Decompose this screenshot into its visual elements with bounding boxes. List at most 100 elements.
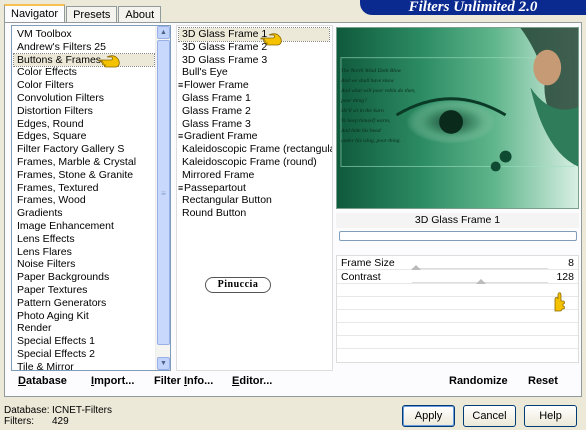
help-button[interactable]: Help [524,405,577,427]
param-empty-row [337,310,578,323]
poem-line: And what will poor robin do then, [341,88,416,94]
reset-button[interactable]: Reset [528,375,558,387]
param-empty-row [337,323,578,336]
category-item[interactable]: Frames, Marble & Crystal [14,156,154,169]
category-item[interactable]: Gradients [14,207,154,220]
category-item[interactable]: Color Filters [14,79,154,92]
poem-line: The North Wind Doth Blow [341,68,402,74]
filter-item-label: Gradient Frame [184,130,258,143]
filter-item[interactable]: Bull's Eye [179,66,329,79]
filter-item[interactable]: Glass Frame 2 [179,105,329,118]
database-label: Database: [4,405,50,416]
category-item[interactable]: Photo Aging Kit [14,310,154,323]
param-row[interactable]: Frame Size 8 [337,256,578,270]
filter-item[interactable]: Kaleidoscopic Frame (rectangular) [179,143,332,156]
filter-item[interactable]: ≡Flower Frame [178,79,329,92]
category-item[interactable]: Filter Factory Gallery S [14,143,154,156]
filter-item[interactable]: Round Button [179,207,329,220]
action-bar: Database Import... Filter Info... Editor… [6,369,580,394]
navigator-panel: VM Toolbox Andrew's Filters 25 Buttons & F… [4,22,582,397]
import-button[interactable]: Import... [91,375,134,387]
category-item[interactable]: Pattern Generators [14,297,154,310]
filter-item-label: Rectangular Button [182,194,272,207]
filter-item-label: Bull's Eye [182,66,228,79]
status-info: Database: ICNET-Filters Filters: 429 [4,405,112,427]
progress-bar [339,231,577,241]
filter-item-label: Glass Frame 3 [182,117,251,130]
filter-item[interactable]: Mirrored Frame [179,169,329,182]
filter-item-label: Round Button [182,207,247,220]
param-slider-track[interactable] [412,268,548,269]
filter-item-label: 3D Glass Frame 1 [182,28,268,40]
poem-line: poor thing? [341,98,367,104]
category-item[interactable]: Edges, Round [14,118,154,131]
category-item[interactable]: Convolution Filters [14,92,154,105]
pointing-hand-icon [97,54,123,70]
filter-list[interactable]: 3D Glass Frame 1 3D Glass Frame 2 3D Glass… [176,25,333,371]
category-item[interactable]: Distortion Filters [14,105,154,118]
param-empty-row [337,297,578,310]
filter-item[interactable]: 3D Glass Frame 3 [179,54,329,67]
poem-line: And hide his head [341,128,381,134]
cancel-button[interactable]: Cancel [463,405,516,427]
category-item[interactable]: Render [14,322,154,335]
param-value: 8 [568,257,574,269]
category-item[interactable]: Lens Flares [14,246,154,259]
scroll-up-arrow-icon[interactable]: ▲ [157,26,170,39]
category-item[interactable]: VM Toolbox [14,28,154,41]
param-row[interactable]: Contrast 128 [337,270,578,284]
filter-item[interactable]: 3D Glass Frame 1 [178,27,330,42]
filters-label: Filters: [4,416,34,427]
watermark-label: Pinuccia [205,277,271,293]
editor-button[interactable]: Editor... [232,375,272,387]
filter-item[interactable]: 3D Glass Frame 2 [179,41,329,54]
filter-item-label: Kaleidoscopic Frame (round) [182,155,317,168]
database-button[interactable]: Database [18,375,67,387]
category-items: VM Toolbox Andrew's Filters 25 Buttons & F… [13,28,155,370]
category-item[interactable]: Paper Textures [14,284,154,297]
category-item[interactable]: Special Effects 1 [14,335,154,348]
category-item[interactable]: Image Enhancement [14,220,154,233]
filter-item-label: 3D Glass Frame 3 [182,53,268,66]
category-item[interactable]: Paper Backgrounds [14,271,154,284]
parameter-panel: Frame Size 8 Contrast 128 [336,255,579,363]
category-item[interactable]: Frames, Textured [14,182,154,195]
category-item[interactable]: Frames, Wood [14,194,154,207]
category-item[interactable]: Frames, Stone & Granite [14,169,154,182]
filter-info-button[interactable]: Filter Info... [154,375,213,387]
category-item[interactable]: Special Effects 2 [14,348,154,361]
category-item[interactable]: Noise Filters [14,258,154,271]
filter-item-label: Glass Frame 2 [182,104,251,117]
tab-about[interactable]: About [118,6,162,23]
poem-line: To keep himself warm, [341,118,391,124]
param-empty-row [337,284,578,297]
category-item[interactable]: Color Effects [14,66,154,79]
filter-item-label: Mirrored Frame [182,168,255,181]
tab-presets[interactable]: Presets [66,6,118,23]
scroll-thumb[interactable]: ≡ [157,40,170,345]
filter-item[interactable]: ≡Passepartout [178,182,329,195]
category-item[interactable]: Edges, Square [14,130,154,143]
param-slider-knob[interactable] [476,279,486,284]
filter-item-label: 3D Glass Frame 2 [182,40,268,53]
category-list[interactable]: VM Toolbox Andrew's Filters 25 Buttons & F… [11,25,171,371]
database-value: ICNET-Filters [52,405,112,416]
filter-item[interactable]: Kaleidoscopic Frame (round) [179,156,329,169]
filter-item[interactable]: Glass Frame 3 [179,118,329,131]
pointing-hand-icon [549,291,567,312]
filter-item[interactable]: ≡Gradient Frame [178,130,329,143]
category-scrollbar[interactable]: ▲ ≡ ▼ [155,26,170,370]
poem-line: under his wing, poor thing. [341,138,401,144]
filter-item-label: Kaleidoscopic Frame (rectangular) [182,143,333,156]
tab-navigator[interactable]: Navigator [4,4,66,23]
apply-button[interactable]: Apply [402,405,455,427]
current-filter-name: 3D Glass Frame 1 [336,213,579,228]
category-item[interactable]: Andrew's Filters 25 [14,41,154,54]
filter-item[interactable]: Rectangular Button [179,194,329,207]
category-item[interactable]: Lens Effects [14,233,154,246]
param-label: Frame Size [341,257,395,269]
category-item[interactable]: Buttons & Frames [13,52,155,68]
randomize-button[interactable]: Randomize [449,375,508,387]
filter-item-label: Flower Frame [184,79,249,92]
filter-item[interactable]: Glass Frame 1 [179,92,329,105]
